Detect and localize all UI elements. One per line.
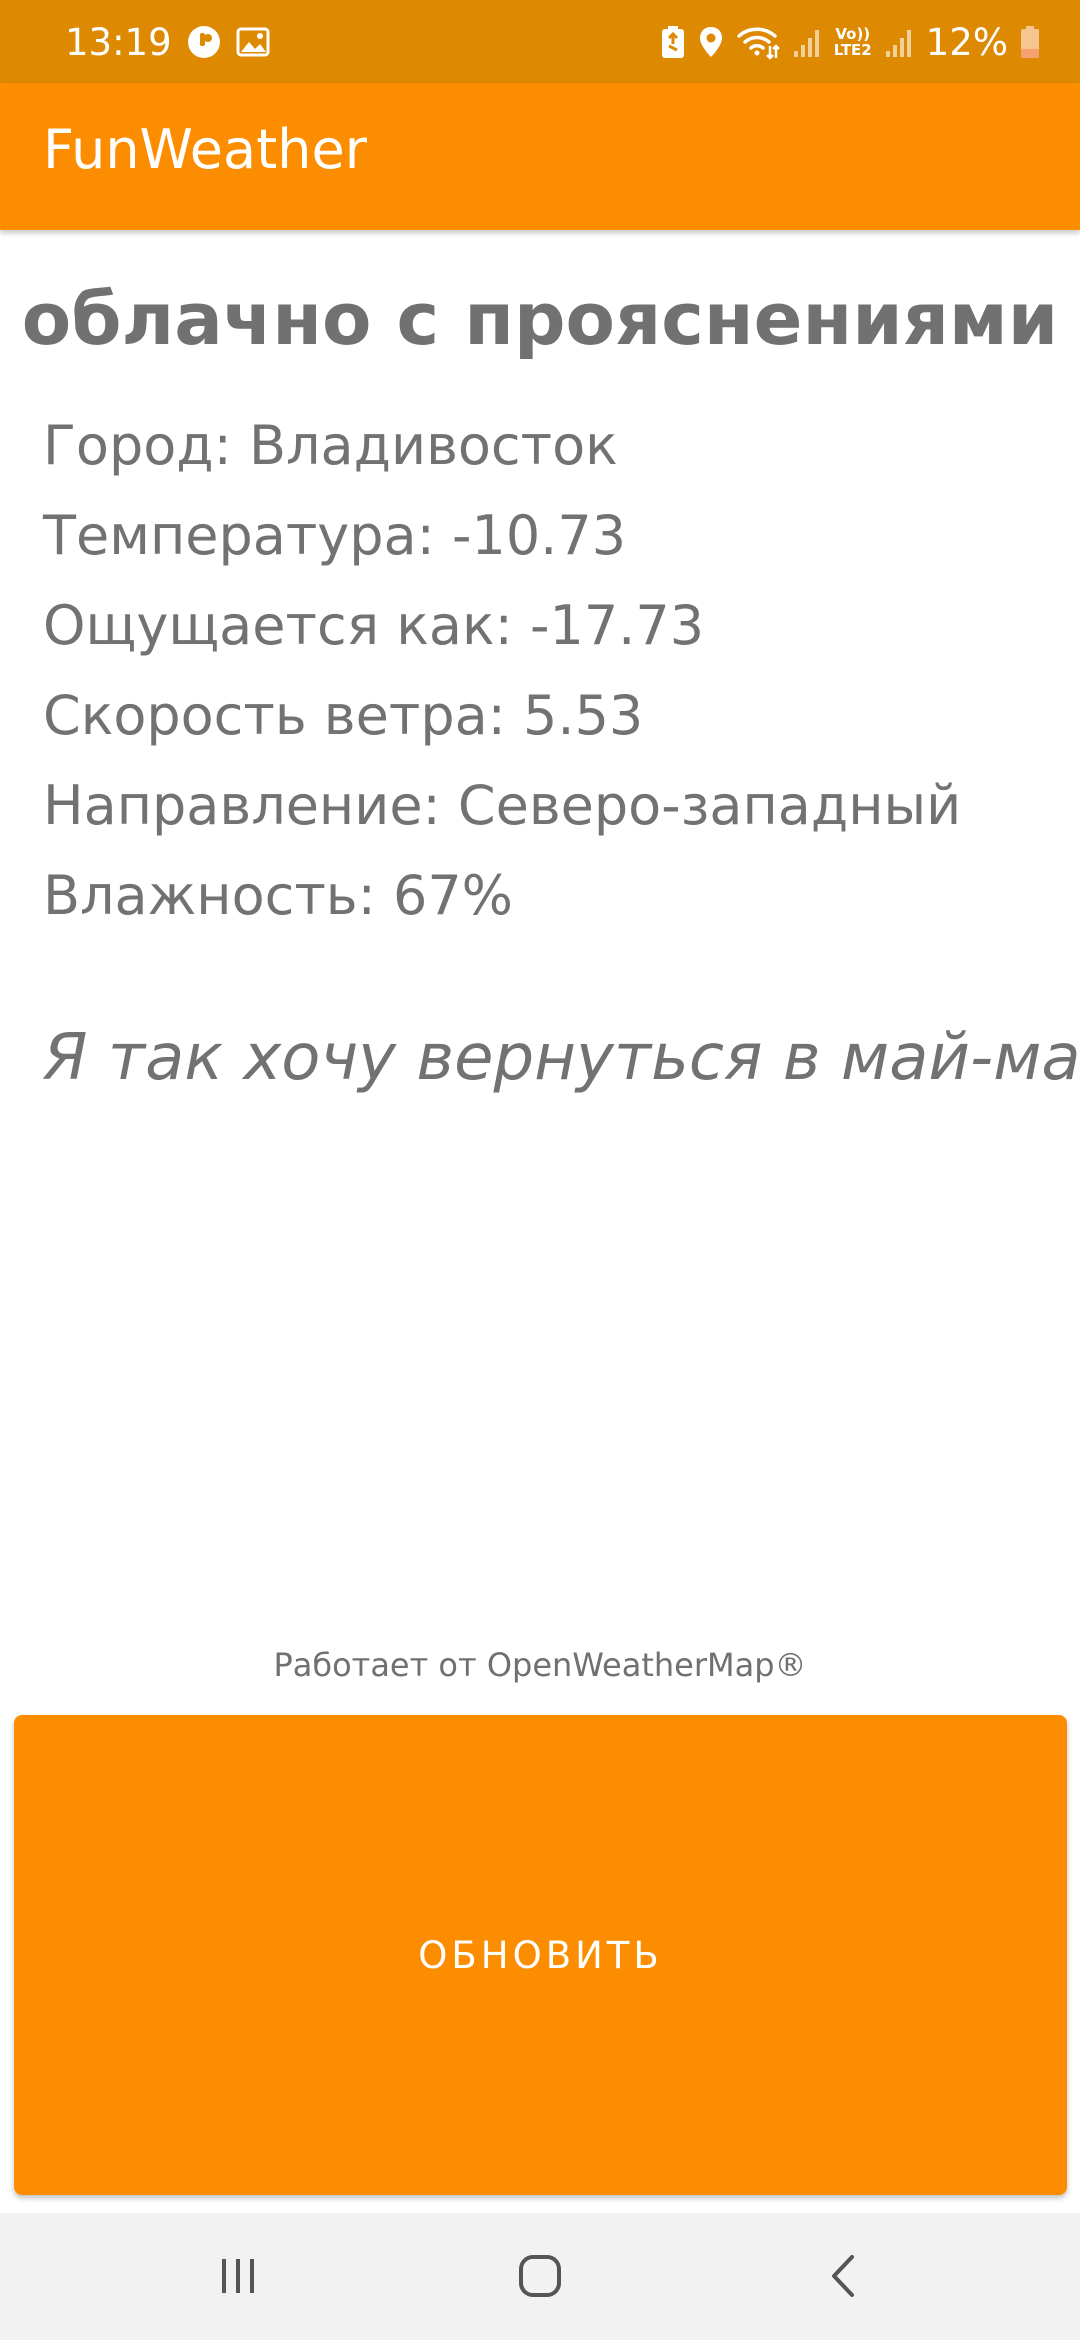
network-type-label: Vo)) LTE2 xyxy=(834,26,872,58)
battery-icon xyxy=(1020,25,1040,59)
feels-like-row: Ощущается как: -17.73 xyxy=(43,594,705,657)
temperature-row: Температура: -10.73 xyxy=(43,504,627,567)
home-icon xyxy=(517,2253,563,2299)
battery-percent: 12% xyxy=(925,20,1008,64)
quote-text: Я так хочу вернуться в май-май xyxy=(43,1021,1080,1095)
signal-icon xyxy=(792,25,822,59)
home-button[interactable] xyxy=(495,2241,585,2311)
location-icon xyxy=(698,25,724,59)
recents-button[interactable] xyxy=(193,2241,283,2311)
status-left: 13:19 xyxy=(65,16,270,68)
back-button[interactable] xyxy=(798,2241,888,2311)
status-right: Vo)) LTE2 12% xyxy=(660,16,1040,68)
wifi-icon xyxy=(736,24,780,60)
recents-icon xyxy=(216,2256,260,2296)
app-bar: FunWeather xyxy=(0,83,1080,230)
wind-speed-row: Скорость ветра: 5.53 xyxy=(43,684,644,747)
status-time: 13:19 xyxy=(65,20,172,64)
wind-direction-row: Направление: Северо-западный xyxy=(43,774,962,837)
refresh-button[interactable]: ОБНОВИТЬ xyxy=(14,1715,1067,2195)
back-icon xyxy=(828,2253,858,2299)
messenger-icon xyxy=(186,24,222,60)
attribution-text: Работает от OpenWeatherMap® xyxy=(273,1646,807,1684)
weather-info-list: Город: Владивосток Температура: -10.73 О… xyxy=(43,414,1043,954)
weather-description: облачно с прояснениями xyxy=(21,277,1059,361)
battery-saver-icon xyxy=(660,25,686,59)
app-title: FunWeather xyxy=(43,118,367,181)
gallery-icon xyxy=(236,27,270,57)
city-row: Город: Владивосток xyxy=(43,414,618,477)
network-label-top: Vo)) xyxy=(835,25,871,43)
humidity-row: Влажность: 67% xyxy=(43,864,513,927)
status-bar: 13:19 Vo)) LTE2 12% xyxy=(0,0,1080,83)
network-label-bottom: LTE2 xyxy=(833,41,872,59)
navigation-bar xyxy=(0,2213,1080,2340)
signal-icon xyxy=(884,25,914,59)
